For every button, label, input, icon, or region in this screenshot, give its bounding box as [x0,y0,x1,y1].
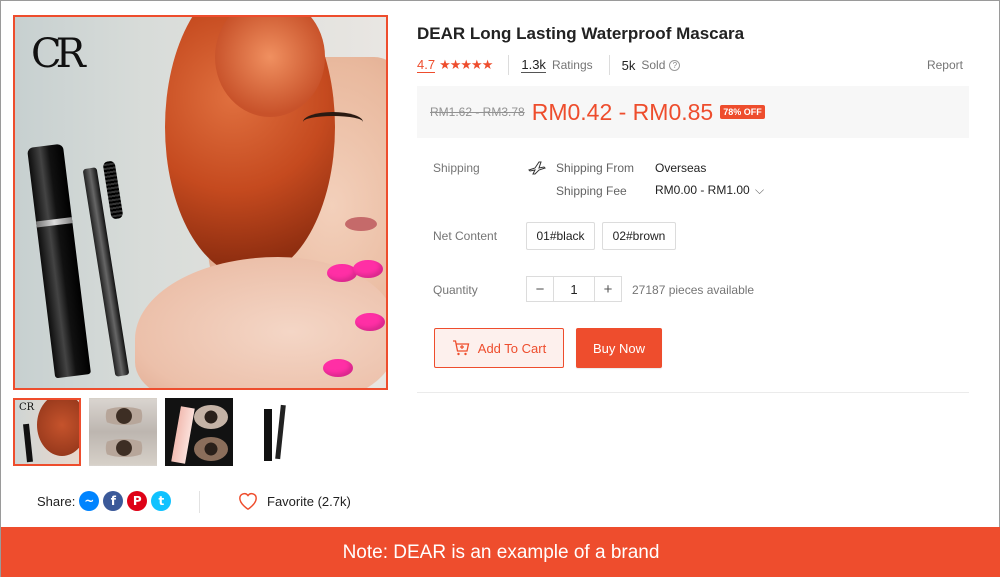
brand-logo: CR [31,31,86,77]
add-to-cart-button[interactable]: Add To Cart [434,328,564,368]
thumbnail-3[interactable] [165,398,233,466]
share-label: Share: [37,493,76,509]
current-price: RM0.42 - RM0.85 [531,98,714,125]
facebook-icon[interactable]: f [103,491,124,511]
chevron-down-icon: ⌵ [755,183,765,197]
twitter-icon[interactable]: t [151,491,172,511]
share-row: Share: ~ f P t [37,491,172,511]
favorite-button[interactable]: Favorite (2.7k) [237,491,351,511]
shipping-from-value: Overseas [655,161,707,175]
mascara-wand [82,167,130,377]
nail [323,359,353,377]
nail [355,313,385,331]
product-title: DEAR Long Lasting Waterproof Mascara [417,24,745,43]
variant-option-black[interactable]: 01#black [526,222,595,250]
mascara-tube [26,143,92,379]
thumbnail-strip: CR [13,398,309,466]
quantity-input[interactable]: 1 [553,277,595,301]
shipping-label: Shipping [433,161,480,175]
shipping-fee-value: RM0.00 - RM1.00 [655,183,750,197]
cart-icon [452,340,470,356]
decrement-button[interactable]: − [527,277,553,301]
increment-button[interactable]: + [595,277,621,301]
shipping-fee-label: Shipping Fee [556,184,627,198]
model-lips [345,217,377,231]
help-icon[interactable]: ? [669,59,681,71]
thumbnail-2[interactable] [89,398,157,466]
nail [353,260,383,278]
share-divider [199,491,200,513]
net-content-label: Net Content [433,229,498,243]
variant-option-brown[interactable]: 02#brown [602,222,676,250]
thumbnail-brand-logo: CR [19,402,35,413]
main-product-image[interactable]: CR [13,15,388,390]
quantity-label: Quantity [433,283,478,297]
separator [608,55,610,75]
note-banner: Note: DEAR is an example of a brand [1,527,1000,577]
shipping-from-label: Shipping From [556,161,635,175]
star-rating-icon: ★★★★★ [439,57,493,72]
sold-label: Sold [641,58,666,72]
mascara-brush [102,160,124,220]
thumbnail-1[interactable]: CR [13,398,81,466]
heart-icon [239,493,257,511]
price-box: RM1.62 - RM3.78 RM0.42 - RM0.85 78% OFF [417,86,969,138]
separator [508,55,510,75]
ratings-count[interactable]: 1.3k [521,57,546,73]
original-price: RM1.62 - RM3.78 [430,105,525,119]
add-to-cart-label: Add To Cart [477,340,547,356]
rating-row: 4.7 ★★★★★ 1.3k Ratings 5k Sold ? Report [417,55,963,75]
quantity-stepper: − 1 + [526,276,622,302]
shipping-fee-dropdown[interactable]: RM0.00 - RM1.00 ⌵ [655,183,764,198]
messenger-icon[interactable]: ~ [79,491,100,511]
rating-value[interactable]: 4.7 [417,57,436,73]
airplane-icon [528,161,546,175]
thumbnail-4[interactable] [241,398,309,466]
model-eye [303,112,363,132]
favorite-label: Favorite (2.7k) [267,493,351,509]
stock-available: 27187 pieces available [632,283,755,297]
pinterest-icon[interactable]: P [127,491,148,511]
section-divider [417,392,969,393]
report-link[interactable]: Report [927,58,963,72]
discount-badge: 78% OFF [720,105,765,119]
sold-count: 5k [621,57,636,73]
buy-now-button[interactable]: Buy Now [576,328,662,368]
ratings-label: Ratings [551,58,593,72]
page-frame: CR CR Share: ~ f P t Favorite (2.7k) DEA… [0,0,1000,577]
